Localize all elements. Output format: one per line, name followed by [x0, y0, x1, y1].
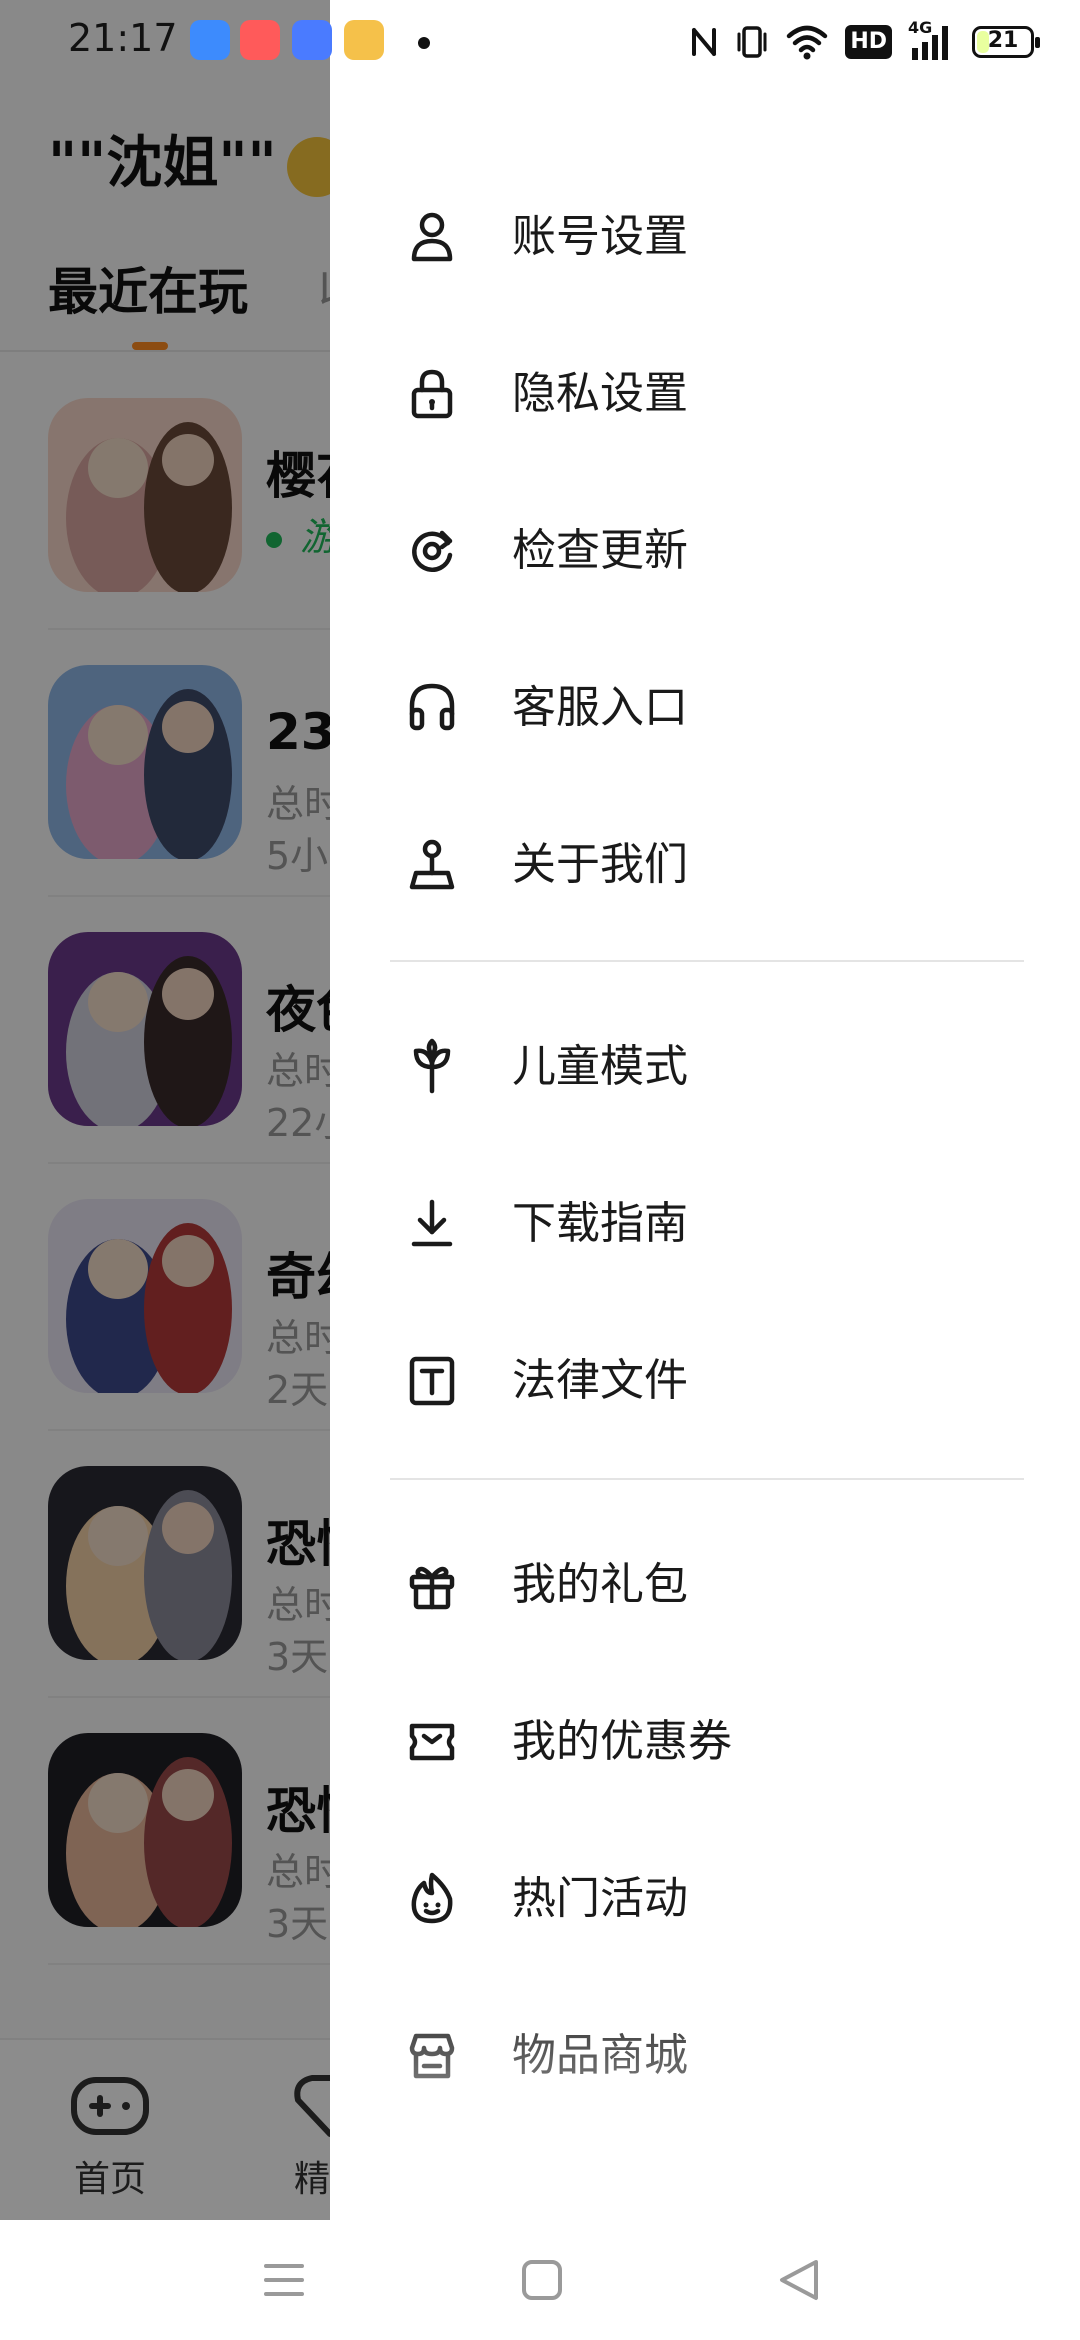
menu-item-text-document[interactable]: 法律文件 — [330, 1302, 1080, 1459]
menu-group-guides: 儿童模式下载指南法律文件 — [330, 988, 1080, 1459]
menu-item-label: 儿童模式 — [512, 1040, 688, 1092]
menu-item-label: 隐私设置 — [512, 367, 688, 419]
back-button[interactable] — [770, 2254, 830, 2306]
yellow-app-icon — [344, 20, 384, 60]
text-document-icon — [402, 1351, 462, 1411]
home-button[interactable] — [512, 2254, 572, 2306]
gift-icon — [402, 1555, 462, 1615]
nfc-icon — [692, 28, 717, 56]
hd-label: HD — [850, 29, 887, 54]
menu-item-label: 热门活动 — [512, 1872, 688, 1924]
flame-face-icon — [402, 1869, 462, 1929]
status-indicators: HD 4G 21 — [689, 16, 1040, 68]
triangle-back-icon — [780, 2260, 818, 2300]
sprout-icon — [402, 1037, 462, 1097]
menu-divider — [390, 1478, 1024, 1480]
signal-icon: 4G — [908, 18, 956, 62]
menu-item-label: 检查更新 — [512, 524, 688, 576]
download-icon — [402, 1194, 462, 1254]
menu-item-label: 账号设置 — [512, 210, 688, 262]
lock-icon — [402, 364, 462, 424]
person-icon — [402, 207, 462, 267]
menu-item-label: 法律文件 — [512, 1354, 688, 1406]
store-icon — [402, 2026, 462, 2086]
menu-divider — [390, 960, 1024, 962]
settings-drawer: 账号设置 隐私设置 检查更新 客服入口 关于我们 儿童模式 下载指南 法律文件 我的礼包 我的… — [330, 0, 1080, 2220]
menu-item-label: 物品商城 — [512, 2029, 688, 2081]
battery-icon: 21 — [972, 26, 1040, 58]
menu-item-coupon[interactable]: 我的优惠券 — [330, 1663, 1080, 1820]
recent-apps-button[interactable] — [254, 2254, 314, 2306]
hd-icon: HD — [845, 25, 892, 59]
battery-level: 21 — [987, 28, 1019, 53]
menu-item-label: 我的礼包 — [512, 1558, 688, 1610]
menu-item-flame-face[interactable]: 热门活动 — [330, 1820, 1080, 1977]
coupon-icon — [402, 1712, 462, 1772]
blue-app-icon — [190, 20, 230, 60]
refresh-icon — [402, 521, 462, 581]
menu-item-label: 客服入口 — [512, 681, 688, 733]
link-app-icon — [292, 20, 332, 60]
menu-item-download[interactable]: 下载指南 — [330, 1145, 1080, 1302]
menu-item-headset[interactable]: 客服入口 — [330, 629, 1080, 786]
menu-item-label: 我的优惠券 — [512, 1715, 732, 1767]
menu-item-refresh[interactable]: 检查更新 — [330, 472, 1080, 629]
menu-item-label: 下载指南 — [512, 1197, 688, 1249]
status-bar: 21:17 HD 4G 21 — [0, 0, 1080, 84]
menu-item-gift[interactable]: 我的礼包 — [330, 1506, 1080, 1663]
joystick-icon — [402, 835, 462, 895]
menu-item-label: 关于我们 — [512, 838, 688, 890]
music-app-icon — [240, 20, 280, 60]
vibrate-icon — [737, 26, 767, 58]
menu-item-lock[interactable]: 隐私设置 — [330, 315, 1080, 472]
menu-item-store[interactable]: 物品商城 — [330, 1977, 1080, 2134]
wifi-icon — [787, 25, 828, 60]
notification-dot-icon — [418, 37, 430, 49]
system-navigation-bar — [0, 2220, 1080, 2340]
menu-lines-icon — [264, 2264, 304, 2296]
menu-group-account: 账号设置隐私设置检查更新客服入口关于我们 — [330, 158, 1080, 943]
square-home-icon — [522, 2260, 562, 2300]
menu-group-rewards: 我的礼包我的优惠券热门活动物品商城 — [330, 1506, 1080, 2134]
menu-item-joystick[interactable]: 关于我们 — [330, 786, 1080, 943]
menu-item-sprout[interactable]: 儿童模式 — [330, 988, 1080, 1145]
status-time: 21:17 — [68, 16, 178, 60]
headset-icon — [402, 678, 462, 738]
menu-item-person[interactable]: 账号设置 — [330, 158, 1080, 315]
